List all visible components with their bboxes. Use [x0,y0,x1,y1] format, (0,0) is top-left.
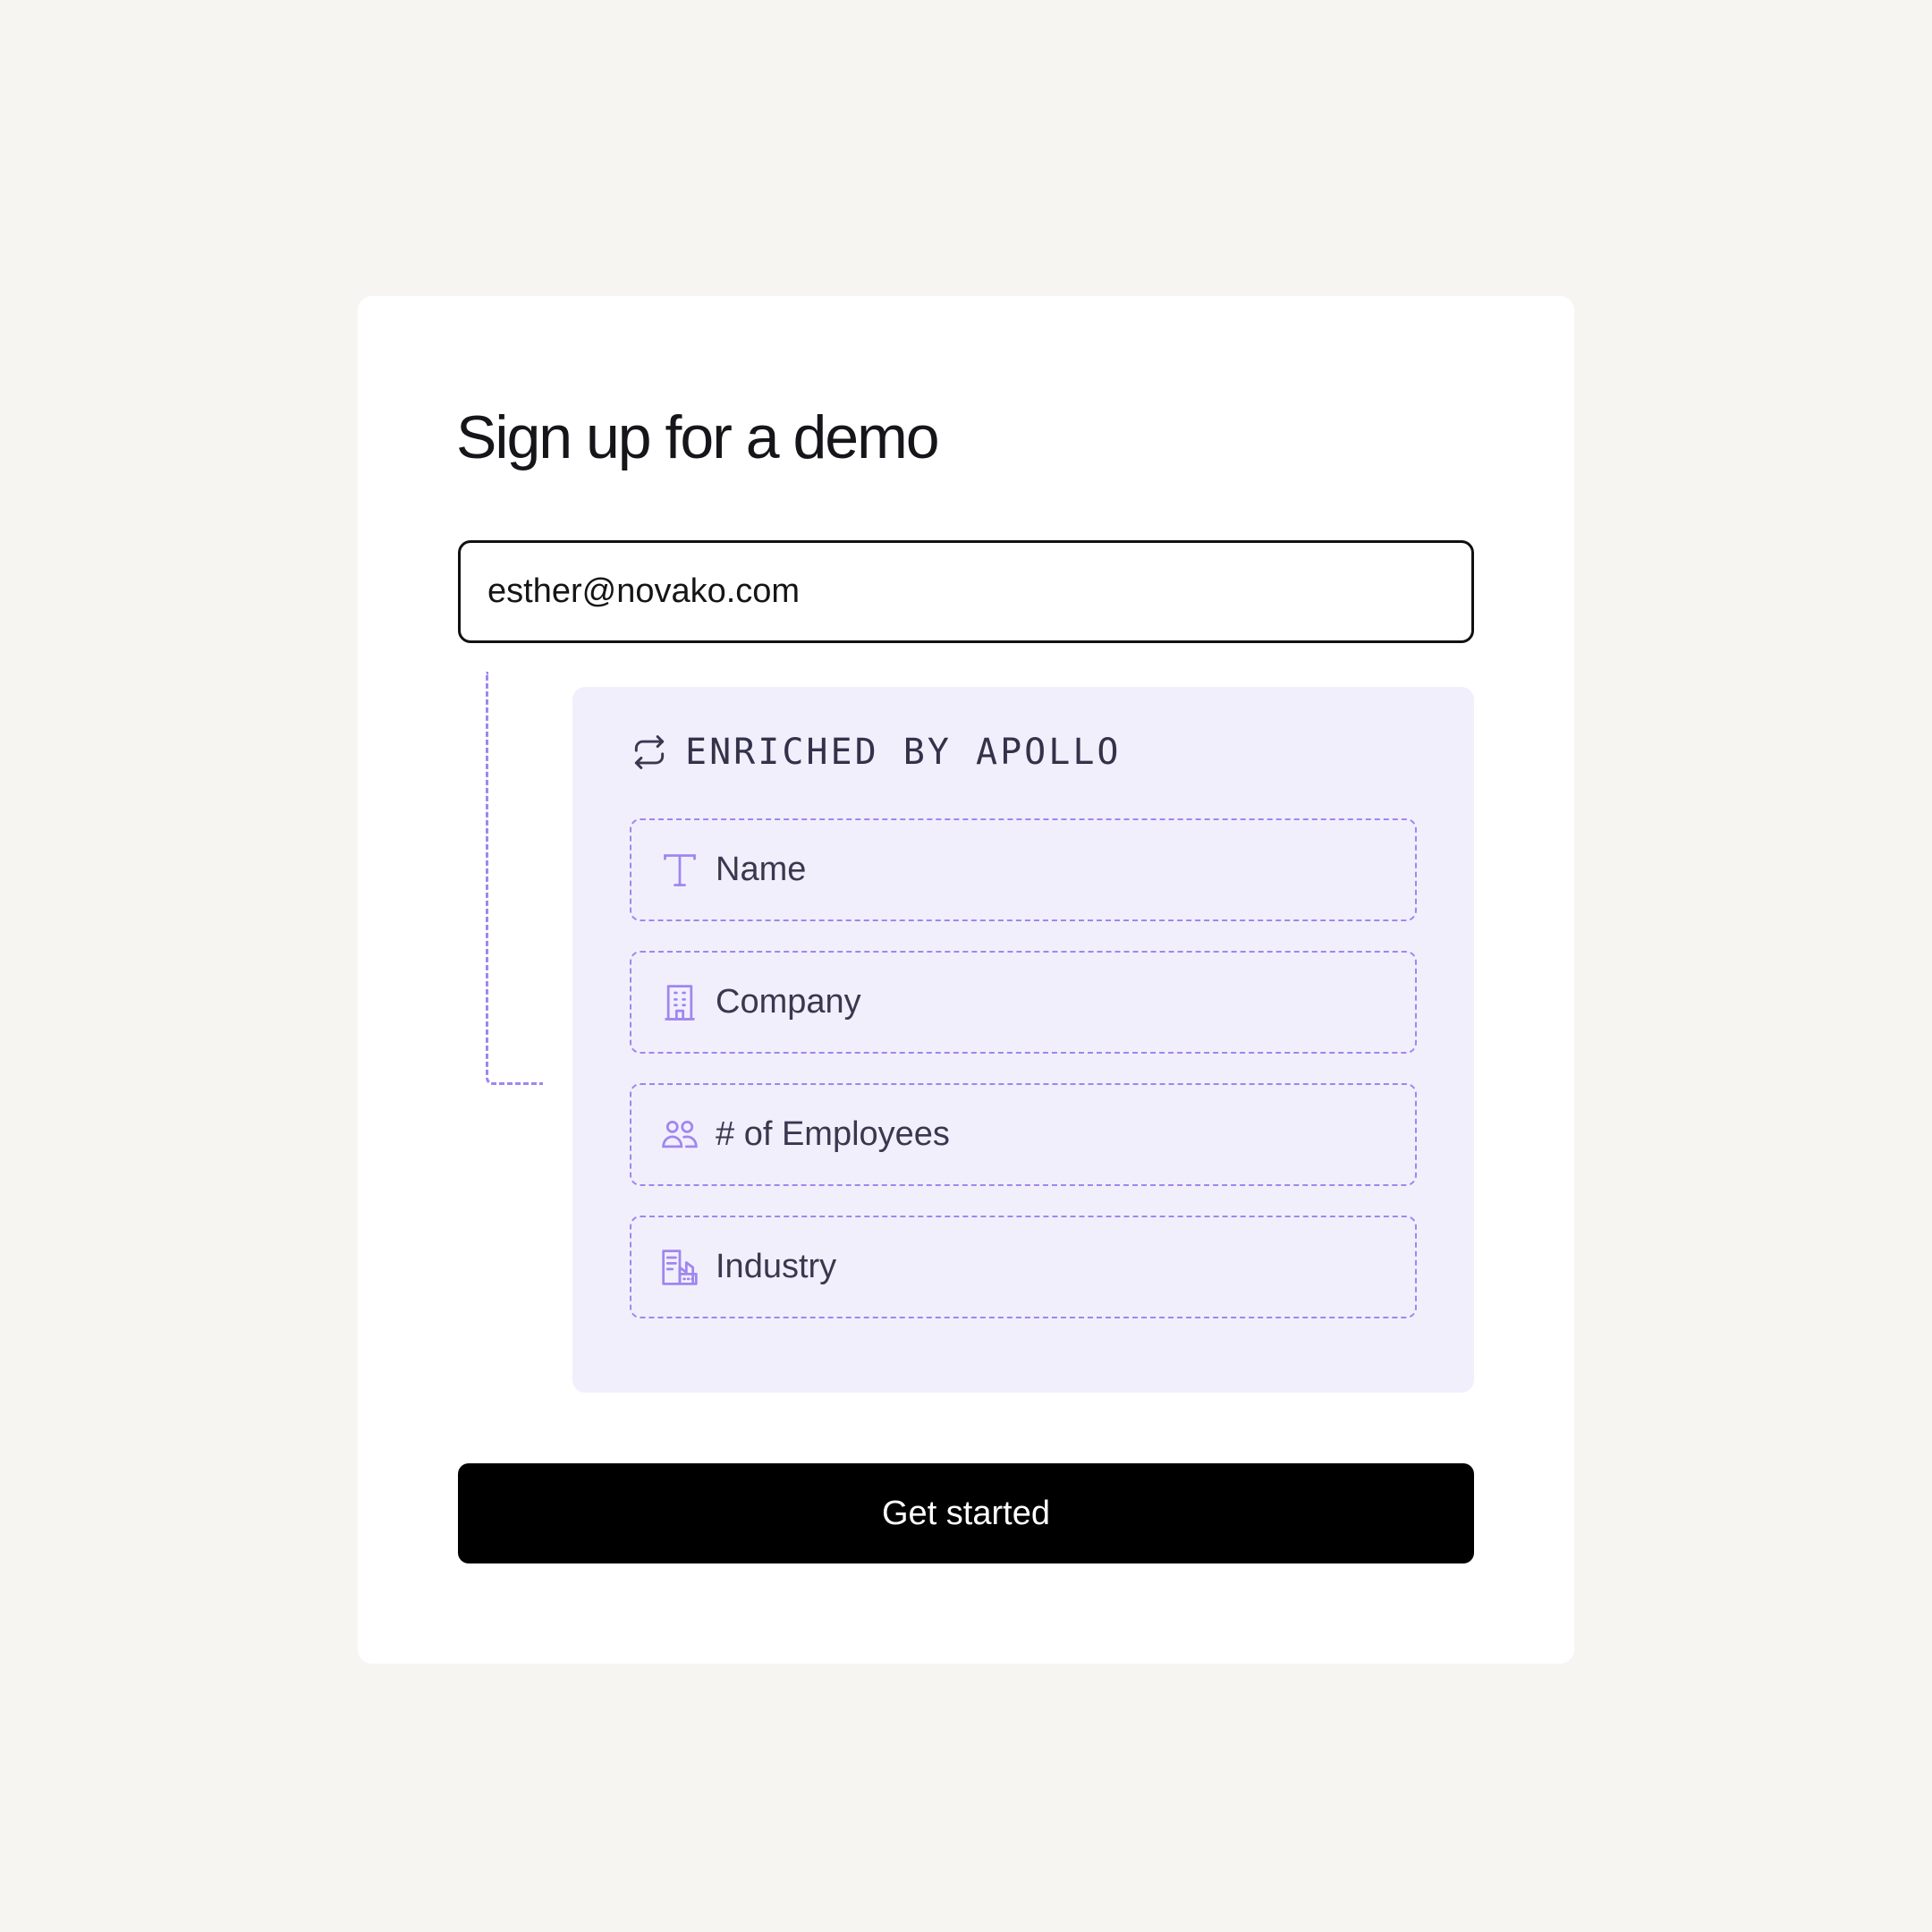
users-icon [660,1115,699,1155]
enrichment-connector-line [486,672,543,1085]
page-title: Sign up for a demo [456,403,940,471]
get-started-button[interactable]: Get started [458,1463,1474,1563]
field-label: Industry [716,1248,837,1285]
field-label: Name [716,851,807,888]
enriched-field-employees: # of Employees [630,1083,1417,1186]
factory-icon [660,1248,699,1287]
text-icon [660,851,699,890]
email-field[interactable] [458,540,1474,643]
building-icon [660,983,699,1022]
enriched-field-company: Company [630,951,1417,1054]
enrichment-label: ENRICHED BY APOLLO [685,732,1122,773]
enriched-field-industry: Industry [630,1216,1417,1318]
field-label: # of Employees [716,1115,950,1153]
enriched-field-name: Name [630,818,1417,921]
field-label: Company [716,983,861,1021]
signup-card: Sign up for a demo ENRICHED BY APOLLO [358,296,1574,1664]
enrichment-header: ENRICHED BY APOLLO [630,732,1121,773]
enrichment-panel: ENRICHED BY APOLLO Name Company # of Emp… [572,687,1474,1393]
refresh-icon [630,733,669,772]
